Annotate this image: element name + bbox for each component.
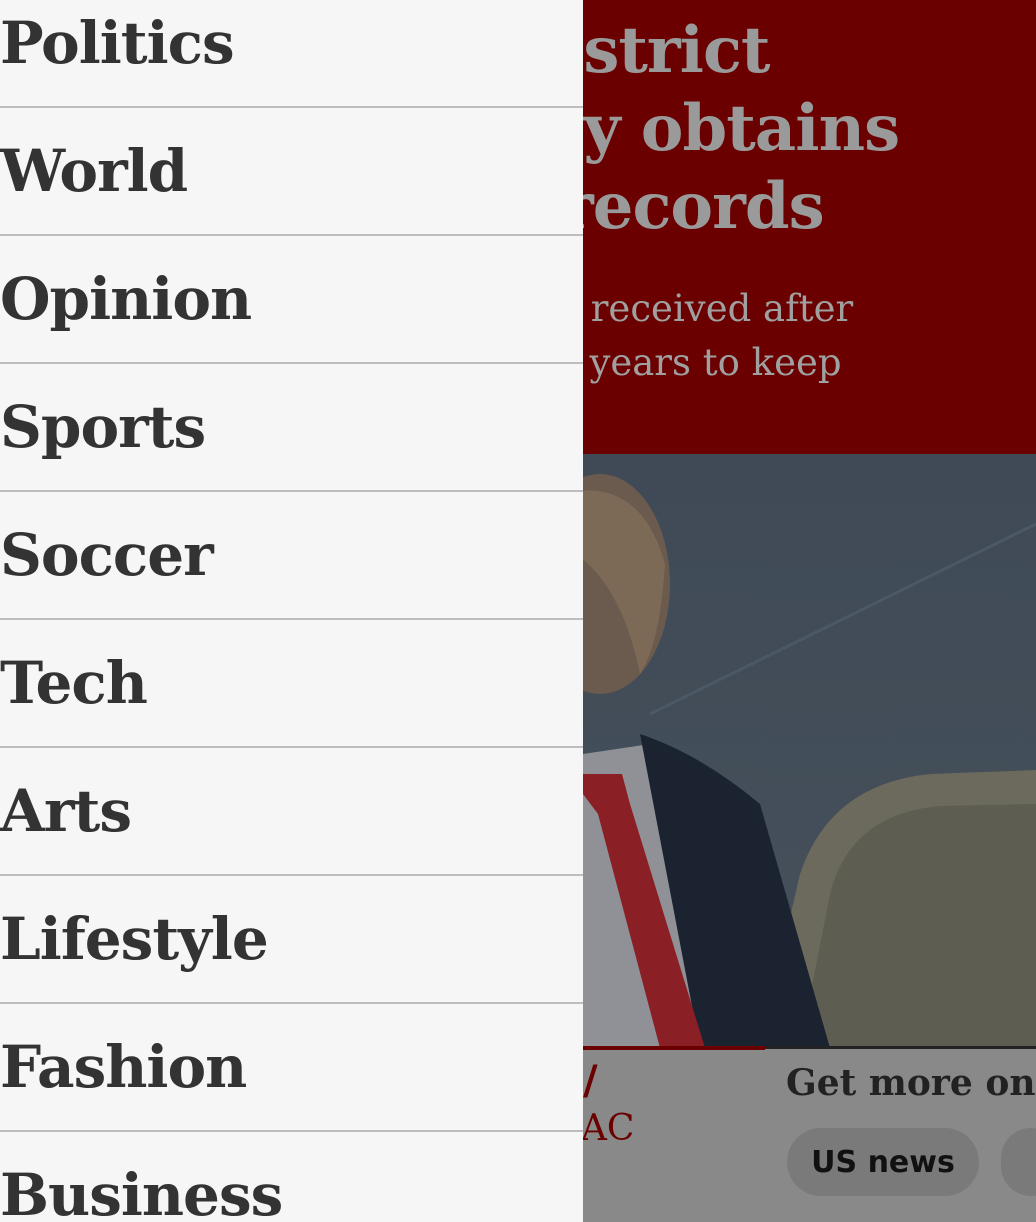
divider-line xyxy=(765,1046,1036,1049)
nav-item-label: World xyxy=(0,137,188,205)
nav-list: Politics World Opinion Sports Soccer Tec… xyxy=(0,0,583,1222)
nav-item-tech[interactable]: Tech xyxy=(0,620,583,748)
nav-item-label: Soccer xyxy=(0,521,214,589)
nav-item-label: Lifestyle xyxy=(0,905,269,973)
nav-item-politics[interactable]: Politics xyxy=(0,0,583,108)
nav-item-world[interactable]: World xyxy=(0,108,583,236)
nav-item-arts[interactable]: Arts xyxy=(0,748,583,876)
nav-item-business[interactable]: Business xyxy=(0,1132,583,1222)
standfirst-line: r years to keep xyxy=(560,341,842,384)
headline-line: istrict xyxy=(560,13,770,88)
nav-item-label: Tech xyxy=(0,649,148,717)
headline-line: ly obtains xyxy=(560,91,900,166)
nav-item-sports[interactable]: Sports xyxy=(0,364,583,492)
nav-item-opinion[interactable]: Opinion xyxy=(0,236,583,364)
nav-item-label: Politics xyxy=(0,9,235,77)
topic-chip-us-news[interactable]: US news xyxy=(787,1128,979,1196)
navigation-drawer: Politics World Opinion Sports Soccer Tec… xyxy=(0,0,583,1222)
nav-item-soccer[interactable]: Soccer xyxy=(0,492,583,620)
more-on-topic-heading: Get more on t xyxy=(786,1062,1036,1104)
accent-line xyxy=(583,1046,765,1050)
nav-item-fashion[interactable]: Fashion xyxy=(0,1004,583,1132)
nav-item-label: Arts xyxy=(0,777,132,845)
headline-line: records xyxy=(560,169,825,244)
article-standfirst: s received after r years to keep xyxy=(560,282,1030,390)
nav-item-label: Opinion xyxy=(0,265,252,333)
nav-item-lifestyle[interactable]: Lifestyle xyxy=(0,876,583,1004)
nav-item-label: Sports xyxy=(0,393,206,461)
nav-item-label: Business xyxy=(0,1161,283,1222)
standfirst-line: s received after xyxy=(560,287,854,330)
article-headline[interactable]: istrict ly obtains records xyxy=(560,12,1030,246)
nav-item-label: Fashion xyxy=(0,1033,247,1101)
kicker-slash: / xyxy=(583,1058,598,1104)
